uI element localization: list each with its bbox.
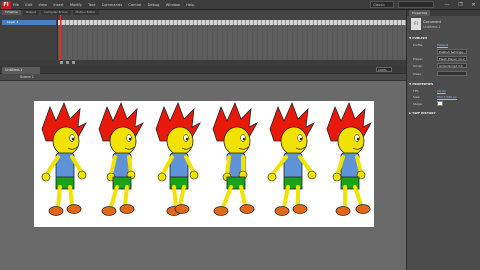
- menu-text[interactable]: Text: [88, 3, 95, 7]
- properties-panel: Properties Fl Document Untitled-1 ▼ PUBL…: [406, 10, 480, 270]
- size-label: Size:: [413, 95, 421, 99]
- workspace-switcher[interactable]: Classic: [370, 1, 394, 8]
- close-icon[interactable]: ✕: [471, 2, 475, 8]
- timeline-panel: Layer 1: [0, 15, 406, 60]
- doc-type-label: Document: [423, 20, 442, 24]
- menu-control[interactable]: Control: [128, 3, 141, 7]
- main-menu: File Edit View Insert Modify Text Comman…: [13, 2, 199, 7]
- profile-value[interactable]: Default: [437, 43, 448, 47]
- new-folder-icon[interactable]: [66, 61, 69, 64]
- character-frame-6[interactable]: [326, 101, 372, 216]
- script-select[interactable]: ActionScript 3.0: [437, 63, 467, 68]
- publish-settings-button[interactable]: Publish Settings...: [437, 49, 467, 54]
- profile-label: Profile:: [413, 43, 424, 47]
- size-value[interactable]: 550 x 400 px: [437, 95, 457, 99]
- layer-list: Layer 1: [0, 15, 58, 60]
- menu-modify[interactable]: Modify: [70, 3, 82, 7]
- character-frame-4[interactable]: [212, 101, 258, 216]
- script-label: Script:: [413, 64, 423, 68]
- frame-grid[interactable]: [58, 15, 406, 60]
- character-frame-3[interactable]: [155, 101, 201, 216]
- document-tabbar: Untitled-1 100%: [0, 65, 406, 74]
- publish-section[interactable]: ▼ PUBLISH: [409, 36, 427, 40]
- maximize-icon[interactable]: ❐: [458, 2, 462, 8]
- tab-properties[interactable]: Properties: [409, 10, 431, 16]
- new-layer-icon[interactable]: [60, 61, 63, 64]
- character-frame-5[interactable]: [267, 101, 317, 216]
- window-controls: — ❐ ✕: [440, 0, 480, 10]
- layer-row[interactable]: Layer 1: [2, 20, 56, 25]
- keyframe-row[interactable]: [58, 20, 406, 25]
- swf-history-section[interactable]: ▶ SWF HISTORY: [409, 111, 436, 115]
- delete-layer-icon[interactable]: [72, 61, 75, 64]
- flash-logo-icon: Fl: [1, 0, 11, 9]
- fps-value[interactable]: 24.00: [437, 89, 446, 93]
- document-icon: Fl: [411, 18, 421, 30]
- character-frame-1[interactable]: [41, 101, 87, 216]
- properties-section[interactable]: ▼ PROPERTIES: [409, 82, 433, 86]
- walk-cycle-sprites[interactable]: [34, 101, 374, 227]
- menu-window[interactable]: Window: [166, 3, 180, 7]
- help-search-input[interactable]: [398, 1, 434, 8]
- player-label: Player:: [413, 57, 424, 61]
- player-select[interactable]: Flash Player 11.2: [437, 56, 467, 61]
- document-tab[interactable]: Untitled-1: [2, 67, 40, 74]
- class-label: Class:: [413, 72, 422, 76]
- stage-color-swatch[interactable]: [437, 101, 443, 106]
- class-input[interactable]: [437, 71, 467, 76]
- playhead[interactable]: [60, 15, 61, 60]
- minimize-icon[interactable]: —: [444, 2, 449, 8]
- edit-bar: Scene 1: [0, 74, 406, 81]
- menu-view[interactable]: View: [39, 3, 48, 7]
- scene-label[interactable]: Scene 1: [20, 75, 34, 80]
- fps-label: FPS:: [413, 89, 420, 93]
- menu-edit[interactable]: Edit: [25, 3, 32, 7]
- menu-commands[interactable]: Commands: [102, 3, 122, 7]
- character-frame-2[interactable]: [98, 101, 144, 216]
- stage[interactable]: [34, 101, 374, 227]
- menu-insert[interactable]: Insert: [53, 3, 63, 7]
- doc-name-label: Untitled-1: [423, 25, 441, 29]
- properties-tabbar: Properties: [407, 10, 480, 16]
- menu-file[interactable]: File: [13, 3, 19, 7]
- stage-color-label: Stage:: [413, 102, 423, 106]
- menu-debug[interactable]: Debug: [148, 3, 160, 7]
- menu-help[interactable]: Help: [186, 3, 194, 7]
- zoom-select[interactable]: 100%: [376, 67, 392, 72]
